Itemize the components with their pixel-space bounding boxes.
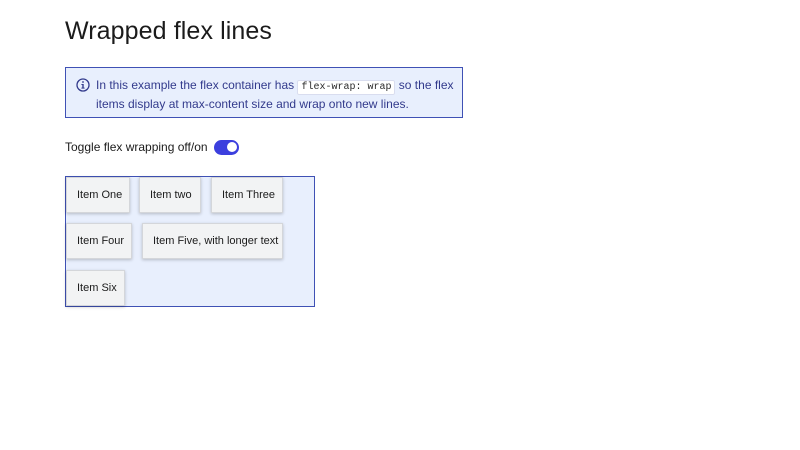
- info-text: In this example the flex container has f…: [96, 77, 456, 112]
- toggle-knob: [226, 142, 237, 152]
- info-text-before: In this example the flex container has: [96, 78, 298, 92]
- wrap-toggle-label: Toggle flex wrapping off/on: [65, 140, 208, 154]
- flex-item-three[interactable]: Item Three: [211, 177, 283, 213]
- wrap-toggle-switch[interactable]: [213, 139, 239, 155]
- flex-item-five[interactable]: Item Five, with longer text: [142, 223, 283, 259]
- flex-container: Item One Item two Item Three Item Four I…: [65, 176, 315, 307]
- info-icon: [76, 78, 90, 92]
- flex-item-one[interactable]: Item One: [66, 177, 130, 213]
- flex-item-six[interactable]: Item Six: [66, 270, 125, 306]
- page-title: Wrapped flex lines: [65, 17, 273, 45]
- flex-item-four[interactable]: Item Four: [66, 223, 132, 259]
- flex-item-two[interactable]: Item two: [139, 177, 201, 213]
- info-callout: In this example the flex container has f…: [65, 67, 463, 118]
- wrap-toggle-row: Toggle flex wrapping off/on: [65, 138, 239, 156]
- info-code: flex-wrap: wrap: [297, 80, 396, 95]
